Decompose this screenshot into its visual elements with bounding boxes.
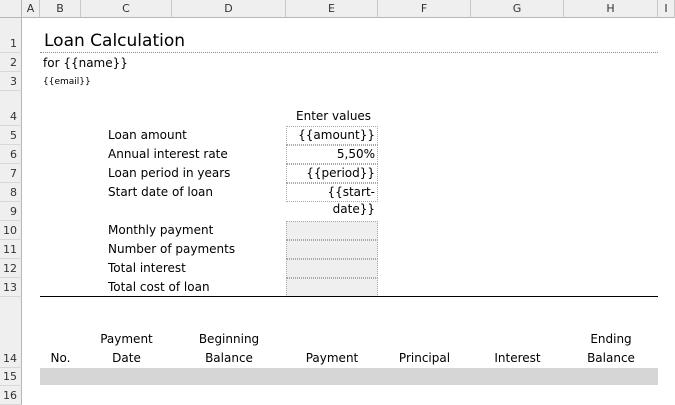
title-divider [40,52,658,53]
row-header-2[interactable]: 2 [0,53,22,72]
enter-values-label[interactable]: Enter values [296,109,371,123]
total-cost-label[interactable]: Total cost of loan [108,280,210,294]
interest-rate-input[interactable]: 5,50% [286,145,378,164]
total-interest-label[interactable]: Total interest [108,261,186,275]
monthly-payment-output[interactable] [286,221,378,240]
header-principal[interactable]: Principal [378,351,471,365]
header-beginning-balance-bottom[interactable]: Balance [172,351,286,365]
monthly-payment-label[interactable]: Monthly payment [108,223,213,237]
start-date-label[interactable]: Start date of loan [108,185,213,199]
row-number: 5 [10,129,17,142]
column-header-d[interactable]: D [172,0,286,18]
row-number: 8 [10,186,17,199]
column-header-i[interactable]: I [658,0,675,18]
summary-divider [40,296,658,297]
row-header-9[interactable]: 9 [0,202,22,221]
row-number: 1 [10,37,17,50]
header-payment-date-bottom[interactable]: Date [81,351,172,365]
row-number: 2 [10,56,17,69]
loan-amount-input[interactable]: {{amount}} [286,126,378,145]
header-no[interactable]: No. [40,351,81,365]
row-number: 13 [3,281,17,294]
row-header-4[interactable]: 4 [0,91,22,126]
row-number: 12 [3,262,17,275]
header-interest[interactable]: Interest [471,351,564,365]
column-header-a[interactable]: A [22,0,40,18]
schedule-row-band[interactable] [40,368,658,385]
row-number: 14 [3,352,17,365]
select-all-corner[interactable] [0,0,22,18]
row-number: 7 [10,167,17,180]
row-number: 4 [10,110,17,123]
row-header-5[interactable]: 5 [0,126,22,145]
header-ending-balance-bottom[interactable]: Balance [564,351,658,365]
start-date-input[interactable]: {{start-date}} [286,183,378,216]
for-name-cell[interactable]: for {{name}} [43,56,128,70]
row-header-11[interactable]: 11 [0,240,22,259]
column-header-h[interactable]: H [564,0,658,18]
column-header-c[interactable]: C [81,0,172,18]
row-number: 3 [10,75,17,88]
row-header-8[interactable]: 8 [0,183,22,202]
sheet-title[interactable]: Loan Calculation [44,31,185,51]
header-payment[interactable]: Payment [286,351,378,365]
number-of-payments-label[interactable]: Number of payments [108,242,235,256]
column-header-g[interactable]: G [471,0,564,18]
total-interest-output[interactable] [286,259,378,278]
column-header-e[interactable]: E [286,0,378,18]
row-number: 15 [3,370,17,383]
row-header-13[interactable]: 13 [0,278,22,297]
total-cost-output[interactable] [286,278,378,297]
loan-amount-label[interactable]: Loan amount [108,128,187,142]
row-number: 16 [3,389,17,402]
row-number: 11 [3,243,17,256]
row-header-7[interactable]: 7 [0,164,22,183]
loan-period-label[interactable]: Loan period in years [108,166,230,180]
interest-rate-label[interactable]: Annual interest rate [108,147,228,161]
column-header-b[interactable]: B [40,0,81,18]
row-header-10[interactable]: 10 [0,221,22,240]
row-number: 10 [3,224,17,237]
header-payment-date-top[interactable]: Payment [81,332,172,346]
row-number: 6 [10,148,17,161]
column-header-f[interactable]: F [378,0,471,18]
row-header-6[interactable]: 6 [0,145,22,164]
row-header-16[interactable]: 16 [0,386,22,405]
number-of-payments-output[interactable] [286,240,378,259]
header-beginning-balance-top[interactable]: Beginning [172,332,286,346]
row-header-1[interactable]: 1 [0,18,22,53]
row-header-14[interactable]: 14 [0,297,22,368]
loan-period-input[interactable]: {{period}} [286,164,378,183]
spreadsheet[interactable]: A B C D E F G H I 1 2 3 4 5 6 7 8 9 10 1… [0,0,675,405]
row-number: 9 [10,205,17,218]
row-header-12[interactable]: 12 [0,259,22,278]
row-header-3[interactable]: 3 [0,72,22,91]
row-header-15[interactable]: 15 [0,368,22,386]
email-cell[interactable]: {{email}} [43,77,91,87]
header-ending-balance-top[interactable]: Ending [564,332,658,346]
